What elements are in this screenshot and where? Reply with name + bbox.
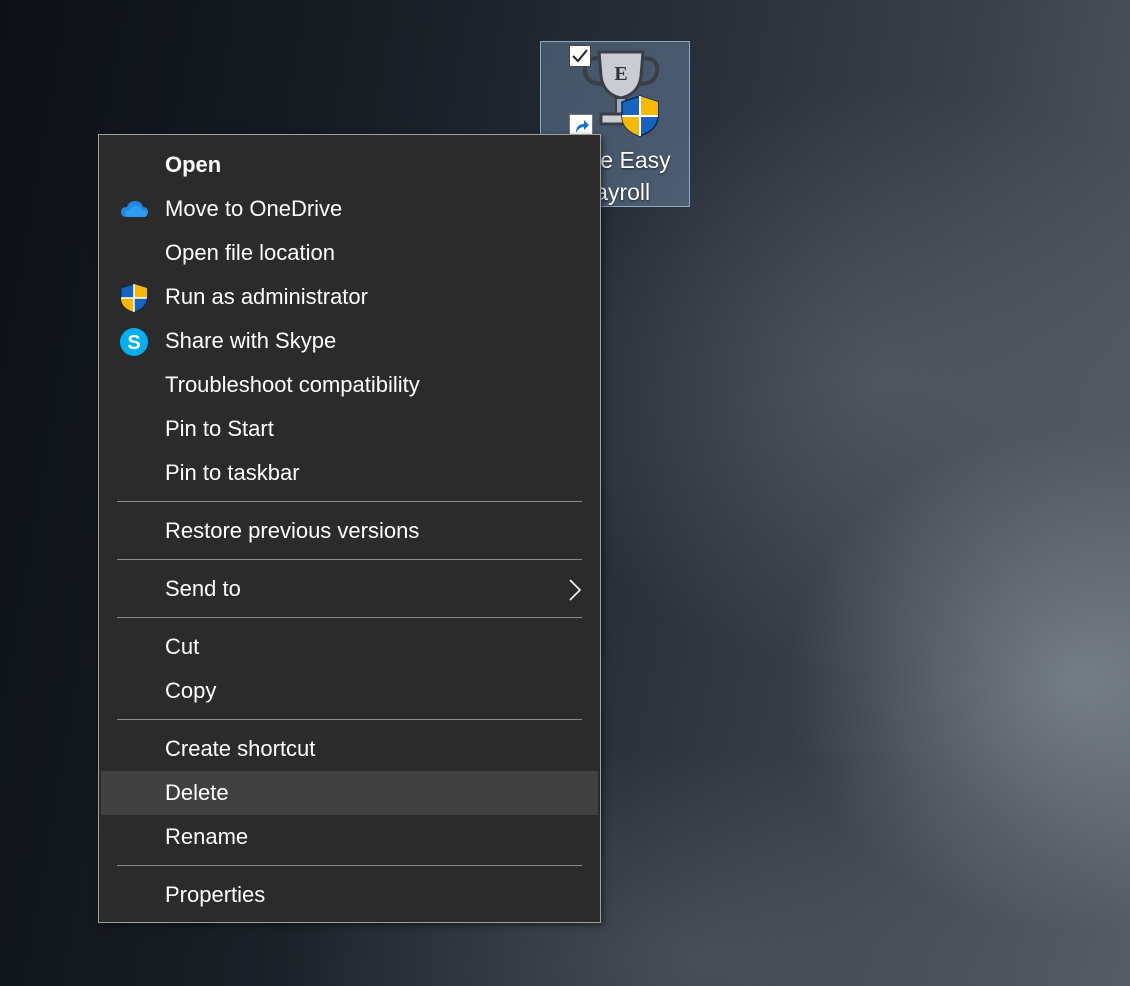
chevron-right-icon	[569, 579, 582, 601]
checkmark-icon	[572, 49, 588, 63]
menu-item-send-to[interactable]: Send to	[101, 567, 598, 611]
menu-separator	[117, 559, 582, 560]
menu-item-label: Pin to Start	[165, 416, 274, 441]
menu-separator	[117, 865, 582, 866]
menu-item-delete[interactable]: Delete	[101, 771, 598, 815]
menu-item-label: Run as administrator	[165, 284, 368, 309]
menu-item-label: Restore previous versions	[165, 518, 420, 543]
menu-item-label: Open	[165, 152, 222, 177]
menu-item-label: Share with Skype	[165, 328, 337, 353]
menu-item-label: Rename	[165, 824, 249, 849]
selection-checkbox[interactable]	[569, 45, 591, 67]
uac-shield-icon	[621, 95, 659, 137]
menu-item-create-shortcut[interactable]: Create shortcut	[101, 727, 598, 771]
menu-item-share-with-skype[interactable]: S Share with Skype	[101, 319, 598, 363]
menu-separator	[117, 501, 582, 502]
menu-item-label: Create shortcut	[165, 736, 316, 761]
menu-item-label: Move to OneDrive	[165, 196, 343, 221]
menu-item-label: Copy	[165, 678, 217, 703]
menu-item-label: Troubleshoot compatibility	[165, 372, 420, 397]
menu-separator	[117, 719, 582, 720]
menu-item-properties[interactable]: Properties	[101, 873, 598, 917]
menu-item-open[interactable]: Open	[101, 143, 598, 187]
svg-text:E: E	[614, 63, 627, 85]
menu-item-rename[interactable]: Rename	[101, 815, 598, 859]
menu-item-pin-to-taskbar[interactable]: Pin to taskbar	[101, 451, 598, 495]
menu-item-troubleshoot-compatibility[interactable]: Troubleshoot compatibility	[101, 363, 598, 407]
menu-separator	[117, 617, 582, 618]
skype-icon: S	[120, 328, 148, 356]
menu-item-restore-previous-versions[interactable]: Restore previous versions	[101, 509, 598, 553]
menu-item-move-to-onedrive[interactable]: Move to OneDrive	[101, 187, 598, 231]
menu-item-copy[interactable]: Copy	[101, 669, 598, 713]
menu-item-run-as-administrator[interactable]: Run as administrator	[101, 275, 598, 319]
menu-item-open-file-location[interactable]: Open file location	[101, 231, 598, 275]
menu-item-label: Properties	[165, 882, 266, 907]
menu-item-label: Open file location	[165, 240, 335, 265]
onedrive-cloud-icon	[121, 201, 148, 217]
menu-item-label: Pin to taskbar	[165, 460, 300, 485]
menu-item-label: Send to	[165, 576, 241, 601]
menu-item-label: Delete	[165, 780, 229, 805]
svg-text:S: S	[127, 332, 140, 354]
menu-item-label: Cut	[165, 634, 200, 659]
menu-item-cut[interactable]: Cut	[101, 625, 598, 669]
menu-item-pin-to-start[interactable]: Pin to Start	[101, 407, 598, 451]
uac-shield-icon	[120, 283, 148, 313]
context-menu: Open Move to OneDrive Open file location…	[98, 134, 601, 923]
